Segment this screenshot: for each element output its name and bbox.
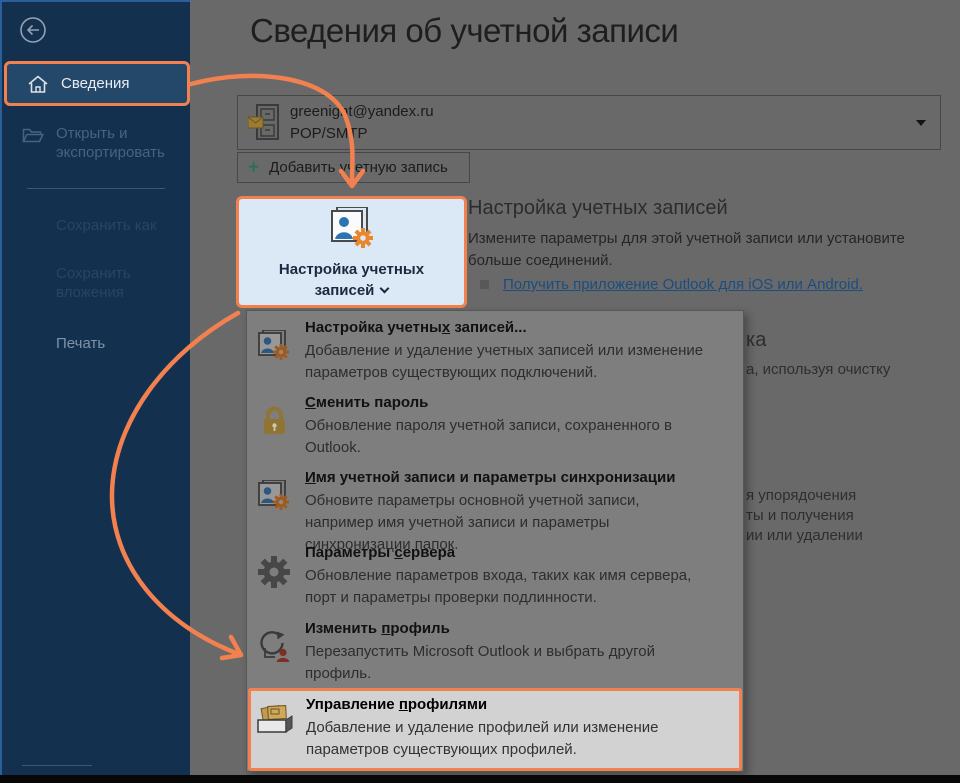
section-heading: Настройка учетных записей	[468, 197, 728, 220]
mail-account-icon	[248, 103, 284, 143]
sidebar: Сведения Открыть и экспортировать Сохран…	[0, 0, 190, 775]
back-button[interactable]	[18, 15, 48, 45]
account-gear-icon	[253, 330, 295, 384]
plus-icon: +	[248, 158, 259, 177]
menu-item-description: Перезапустить Microsoft Outlook и выбрат…	[305, 641, 710, 685]
padlock-icon	[253, 405, 295, 459]
menu-item-description: Обновление параметров входа, таких как и…	[305, 565, 710, 609]
account-settings-button[interactable]: Настройка учетных записей	[236, 196, 467, 308]
sidebar-item-label: Сведения	[61, 75, 130, 92]
clipped-text-fragment: я упорядочения	[746, 487, 856, 504]
menu-item-title: Параметры сервера	[305, 543, 710, 563]
sidebar-item-open-export[interactable]: Открыть и экспортировать	[22, 124, 182, 162]
menu-item-title: Изменить профиль	[305, 619, 710, 639]
clipped-text-fragment: ты и получения	[746, 507, 854, 524]
menu-item-account-settings[interactable]: Настройка учетных записей... Добавление …	[253, 318, 739, 384]
account-dropdown[interactable]: greenight@yandex.ru POP/SMTP	[237, 95, 941, 150]
account-settings-menu: Настройка учетных записей... Добавление …	[246, 310, 744, 772]
dropdown-caret-icon	[916, 120, 926, 126]
add-account-button[interactable]: + Добавить учетную запись	[237, 152, 470, 183]
clipped-text-fragment: ии или удалении	[746, 527, 863, 544]
account-settings-icon	[329, 207, 375, 251]
sidebar-item-print[interactable]: Печать	[56, 335, 105, 352]
menu-item-description: Добавление и удаление учетных записей ил…	[305, 340, 710, 384]
bottom-bar	[0, 775, 960, 783]
menu-item-change-profile[interactable]: Изменить профиль Перезапустить Microsoft…	[253, 619, 739, 685]
menu-item-change-password[interactable]: Сменить пароль Обновление пароля учетной…	[253, 393, 739, 459]
menu-item-title: Настройка учетных записей...	[305, 318, 710, 338]
gear-icon	[253, 555, 295, 609]
open-folder-icon	[22, 126, 44, 144]
highlighted-menu-item-box: Управление профилями Добавление и удален…	[248, 688, 742, 771]
home-icon	[27, 74, 49, 94]
get-outlook-row: Получить приложение Outlook для iOS или …	[480, 276, 863, 293]
menu-item-description: Добавление и удаление профилей или измен…	[306, 717, 711, 761]
account-settings-label: Настройка учетных записей	[257, 259, 447, 301]
menu-item-title: Имя учетной записи и параметры синхрониз…	[305, 468, 710, 488]
clipped-heading-fragment: ка	[746, 329, 766, 352]
account-protocol: POP/SMTP	[290, 125, 368, 142]
section-description: Измените параметры для этой учетной запи…	[468, 228, 918, 272]
menu-item-title: Управление профилями	[306, 695, 711, 715]
card-file-icon	[254, 703, 296, 761]
sidebar-item-info[interactable]: Сведения	[4, 61, 190, 106]
outlook-backstage-window: Сведения Открыть и экспортировать Сохран…	[0, 0, 960, 783]
sidebar-divider-bottom	[22, 765, 92, 766]
back-arrow-icon	[18, 15, 48, 45]
get-outlook-link[interactable]: Получить приложение Outlook для iOS или …	[503, 276, 863, 293]
menu-item-manage-profiles[interactable]: Управление профилями Добавление и удален…	[254, 695, 740, 761]
menu-item-server-settings[interactable]: Параметры сервера Обновление параметров …	[253, 543, 739, 609]
chevron-down-icon	[380, 284, 390, 294]
sidebar-item-save-as: Сохранить как	[56, 217, 157, 234]
bullet-square-icon	[480, 280, 489, 289]
sidebar-item-save-attachments: Сохранить вложения	[56, 264, 166, 302]
account-email: greenight@yandex.ru	[290, 103, 434, 120]
menu-item-description: Обновление пароля учетной записи, сохран…	[305, 415, 710, 459]
add-account-label: Добавить учетную запись	[269, 159, 448, 176]
clipped-text-fragment: а, используя очистку	[746, 361, 890, 378]
sidebar-item-label: Открыть и экспортировать	[56, 124, 182, 162]
sidebar-divider	[27, 188, 165, 189]
switch-profile-icon	[253, 631, 295, 685]
menu-item-title: Сменить пароль	[305, 393, 710, 413]
page-title: Сведения об учетной записи	[250, 12, 678, 50]
